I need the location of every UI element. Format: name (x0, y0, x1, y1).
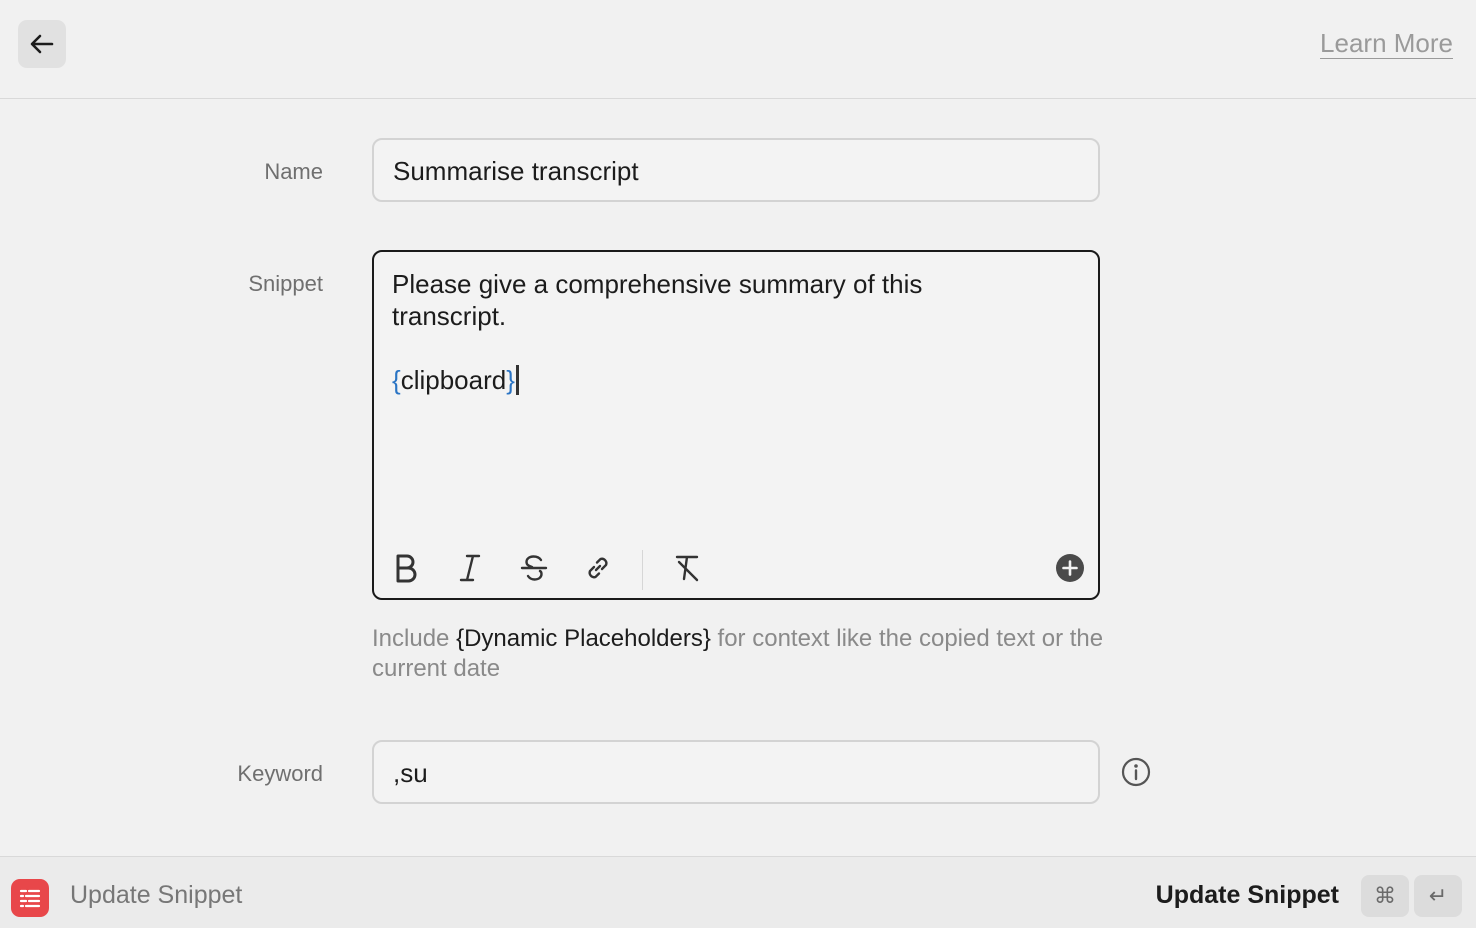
strikethrough-button[interactable] (516, 550, 552, 586)
snippet-placeholder-line: {clipboard} (392, 364, 992, 396)
snippet-label: Snippet (248, 271, 323, 296)
footer-title: Update Snippet (70, 881, 243, 909)
action-bar: Update Snippet Update Snippet ⌘ ↵ (0, 856, 1476, 928)
keyword-label: Keyword (237, 761, 323, 786)
clear-format-button[interactable] (670, 550, 706, 586)
placeholder-name: clipboard (400, 365, 507, 395)
toolbar-divider (642, 550, 643, 590)
snippet-text[interactable]: Please give a comprehensive summary of t… (392, 268, 992, 396)
arrow-left-icon (30, 34, 54, 54)
link-button[interactable] (580, 550, 616, 586)
format-toolbar (388, 550, 1084, 590)
snippet-line: transcript. (392, 301, 507, 331)
name-label: Name (264, 159, 323, 184)
update-snippet-button[interactable]: Update Snippet (1156, 881, 1339, 910)
hint-prefix: Include (372, 625, 457, 652)
placeholder-open-brace: { (392, 365, 401, 395)
keyword-input-value: ,su (393, 758, 428, 788)
header-bar: Learn More (0, 0, 1476, 99)
bold-icon (396, 554, 417, 583)
app-icon (11, 879, 49, 917)
bold-button[interactable] (388, 550, 424, 586)
italic-button[interactable] (452, 550, 488, 586)
clear-format-icon (675, 555, 699, 582)
link-icon (588, 557, 608, 579)
snippet-editor[interactable]: Please give a comprehensive summary of t… (372, 250, 1100, 600)
add-placeholder-button[interactable] (1052, 550, 1088, 586)
keyword-info-button[interactable] (1120, 756, 1152, 788)
shortcut-enter-key: ↵ (1414, 875, 1462, 917)
back-button[interactable] (18, 20, 66, 68)
dynamic-placeholders-link[interactable]: {Dynamic Placeholders} (456, 625, 711, 652)
learn-more-link[interactable]: Learn More (1320, 28, 1453, 59)
name-input-value: Summarise transcript (393, 156, 639, 186)
name-input[interactable]: Summarise transcript (372, 138, 1100, 202)
snippet-line: Please give a comprehensive summary of t… (392, 269, 923, 299)
shortcut-cmd-key: ⌘ (1361, 875, 1409, 917)
text-caret (515, 365, 519, 395)
info-icon (1121, 757, 1151, 787)
placeholder-hint: Include {Dynamic Placeholders} for conte… (372, 624, 1112, 684)
strikethrough-icon (520, 555, 548, 581)
placeholder-close-brace: } (506, 365, 515, 395)
add-placeholder-icon (1056, 554, 1084, 582)
keyword-input[interactable]: ,su (372, 740, 1100, 804)
snippets-icon (19, 889, 41, 908)
italic-icon (459, 554, 481, 582)
